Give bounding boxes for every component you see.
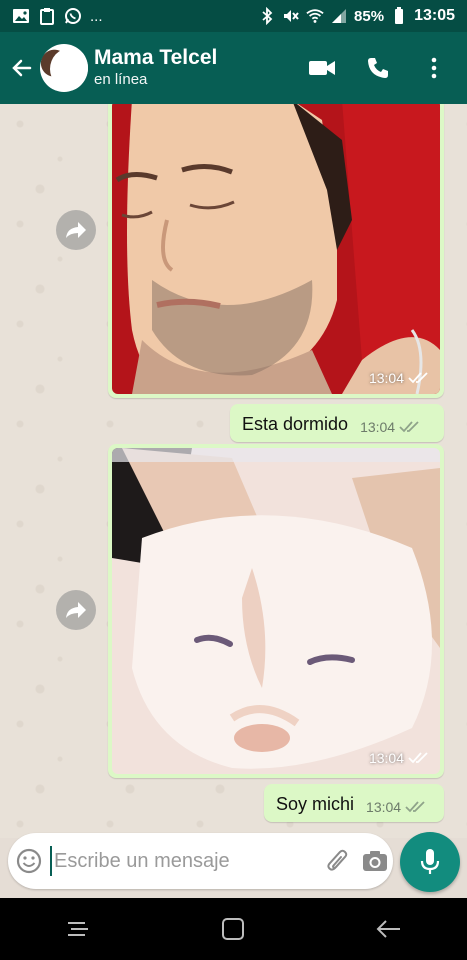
microphone-icon [420, 849, 440, 874]
photo-white-cat[interactable]: 13:04 [112, 448, 440, 774]
voice-record-button[interactable] [400, 832, 460, 892]
forward-arrow-icon [66, 222, 86, 238]
message-text: Esta dormido [242, 414, 349, 434]
contact-avatar[interactable] [40, 44, 88, 92]
contact-info[interactable]: Mama Telcel en línea [94, 46, 307, 90]
camera-button[interactable] [356, 833, 393, 889]
double-check-icon [405, 801, 425, 813]
whatsapp-icon [64, 7, 82, 25]
forward-button[interactable] [56, 590, 96, 630]
forward-button[interactable] [56, 210, 96, 250]
forward-arrow-icon [66, 602, 86, 618]
clock: 13:05 [414, 7, 455, 24]
text-message[interactable]: Soy michi 13:04 [264, 784, 444, 822]
mute-icon [282, 7, 300, 25]
home-square-icon [222, 918, 245, 940]
message-meta: 13:04 [366, 799, 425, 816]
emoji-icon [16, 848, 42, 874]
attach-button[interactable] [319, 833, 356, 889]
double-check-icon [408, 372, 428, 384]
recent-apps-button[interactable] [58, 909, 98, 949]
message-time: 13:04 [360, 419, 396, 435]
message-meta: 13:04 [360, 419, 419, 436]
message-composer [8, 833, 393, 889]
phone-icon [368, 58, 388, 78]
photo-sleeping-man[interactable]: 13:04 [112, 104, 440, 394]
emoji-button[interactable] [8, 833, 50, 889]
image-message[interactable]: 13:04 [108, 444, 444, 778]
back-arrow-icon [376, 920, 401, 938]
status-bar: ... 85% 13:05 [0, 0, 467, 32]
chat-header: Mama Telcel en línea [0, 32, 467, 104]
battery-percentage: 85% [354, 7, 385, 25]
message-time: 13:04 [366, 799, 402, 815]
battery-icon [390, 7, 408, 25]
more-notifications-indicator: ... [90, 7, 103, 25]
home-button[interactable] [213, 909, 253, 949]
message-text: Soy michi [276, 794, 355, 814]
clipboard-icon [38, 7, 56, 25]
more-options-button[interactable] [419, 53, 449, 83]
image-message[interactable]: 13:04 [108, 104, 444, 398]
contact-name: Mama Telcel [94, 46, 218, 69]
signal-icon [330, 7, 348, 25]
voice-call-button[interactable] [363, 53, 393, 83]
video-camera-icon [309, 61, 335, 75]
more-vert-icon [431, 57, 437, 79]
double-check-icon [399, 421, 419, 433]
message-time: 13:04 [369, 370, 428, 386]
text-message[interactable]: Esta dormido 13:04 [230, 404, 444, 442]
camera-icon [362, 851, 387, 871]
chat-area[interactable]: 13:04 Esta dormido 13:04 13:04 Soy michi… [0, 104, 467, 838]
bluetooth-icon [258, 7, 276, 25]
message-input[interactable] [50, 846, 320, 876]
back-button[interactable] [2, 32, 42, 104]
arrow-left-icon [12, 59, 32, 77]
gallery-icon [12, 7, 30, 25]
system-navigation-bar [0, 898, 467, 960]
double-check-icon [408, 752, 428, 764]
video-call-button[interactable] [307, 53, 337, 83]
back-nav-button[interactable] [369, 909, 409, 949]
contact-status: en línea [94, 71, 148, 88]
paperclip-icon [326, 849, 347, 871]
recent-apps-icon [67, 922, 88, 936]
wifi-icon [306, 7, 324, 25]
message-time: 13:04 [369, 750, 428, 766]
